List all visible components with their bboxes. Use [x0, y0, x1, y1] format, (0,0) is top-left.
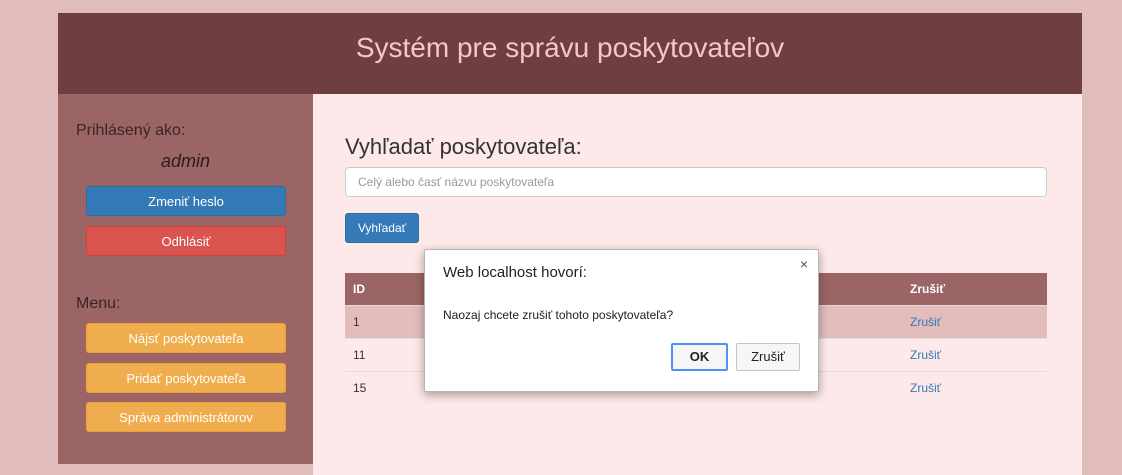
dialog-message: Naozaj chcete zrušiť tohoto poskytovateľ… — [443, 308, 674, 322]
cancel-link[interactable]: Zrušiť — [910, 306, 941, 338]
logout-button[interactable]: Odhlásiť — [86, 226, 286, 256]
row-id: 11 — [353, 348, 366, 362]
sidebar: Prihlásený ako: admin Zmeniť heslo Odhlá… — [58, 94, 313, 464]
search-title: Vyhľadať poskytovateľa: — [345, 134, 582, 159]
cancel-link[interactable]: Zrušiť — [910, 339, 941, 371]
sidebar-item-find-provider[interactable]: Nájsť poskytovateľa — [86, 323, 286, 353]
cancel-link[interactable]: Zrušiť — [910, 372, 941, 404]
logged-in-label: Prihlásený ako: — [76, 122, 186, 139]
row-id: 1 — [353, 315, 360, 329]
change-password-button[interactable]: Zmeniť heslo — [86, 186, 286, 216]
sidebar-item-admin-management[interactable]: Správa administrátorov — [86, 402, 286, 432]
search-input[interactable] — [345, 167, 1047, 197]
page-header: Systém pre správu poskytovateľov — [58, 13, 1082, 94]
menu-label: Menu: — [76, 295, 121, 312]
cancel-button[interactable]: Zrušiť — [736, 343, 800, 371]
ok-button[interactable]: OK — [671, 343, 728, 371]
sidebar-item-add-provider[interactable]: Pridať poskytovateľa — [86, 363, 286, 393]
column-header-id: ID — [353, 282, 365, 296]
column-header-cancel: Zrušiť — [910, 282, 946, 296]
page-title: Systém pre správu poskytovateľov — [355, 32, 785, 63]
search-button[interactable]: Vyhľadať — [345, 213, 419, 243]
close-icon[interactable]: × — [800, 256, 808, 272]
dialog-title: Web localhost hovorí: — [443, 264, 587, 281]
confirm-dialog: Web localhost hovorí: × Naozaj chcete zr… — [424, 249, 819, 392]
row-id: 15 — [353, 381, 367, 395]
username: admin — [160, 151, 211, 171]
app: Systém pre správu poskytovateľov Prihlás… — [58, 13, 1082, 475]
